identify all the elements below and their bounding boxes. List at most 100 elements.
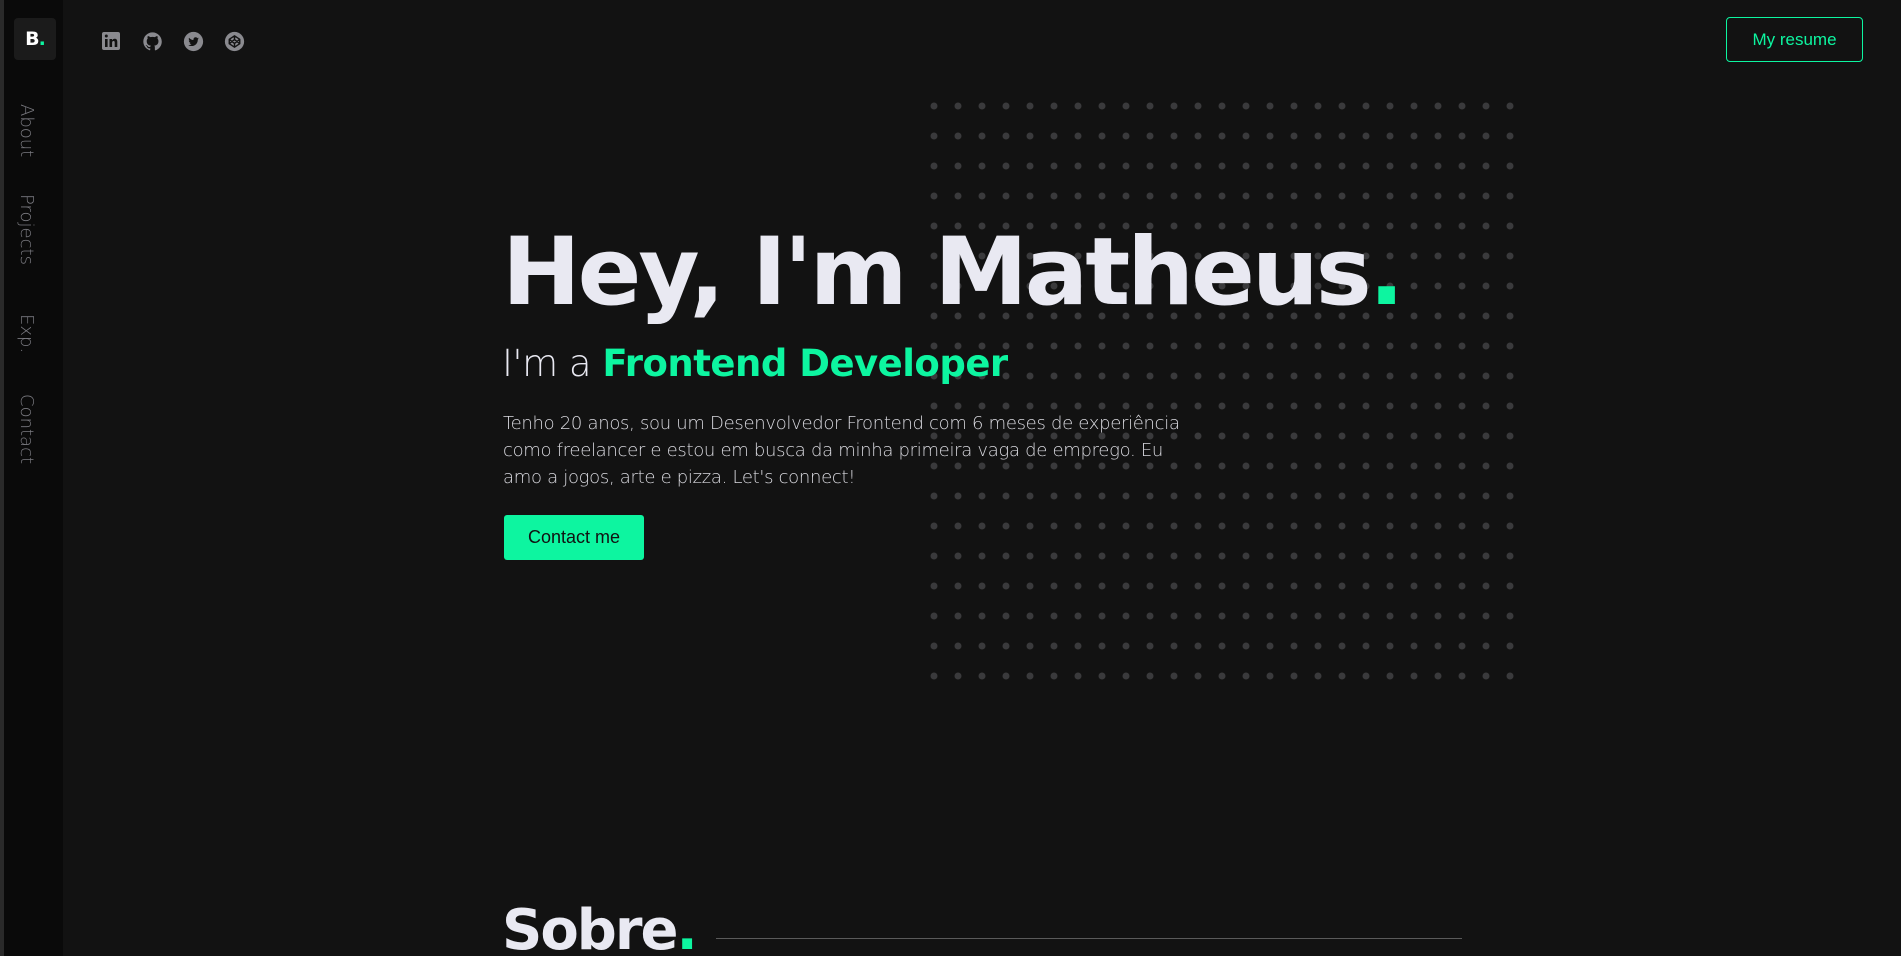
grid-dot [1482, 312, 1490, 320]
grid-dot [1074, 522, 1082, 530]
contact-button[interactable]: Contact me [504, 515, 644, 560]
grid-dot [1074, 132, 1082, 140]
grid-dot [1170, 132, 1178, 140]
grid-dot [1002, 102, 1010, 110]
grid-dot [1338, 402, 1346, 410]
grid-dot [1194, 522, 1202, 530]
resume-button[interactable]: My resume [1726, 17, 1863, 62]
twitter-icon[interactable] [182, 30, 204, 52]
grid-dot [1482, 282, 1490, 290]
grid-dot [1458, 312, 1466, 320]
grid-dot [1218, 432, 1226, 440]
grid-dot [1314, 432, 1322, 440]
grid-dot [1050, 372, 1058, 380]
grid-dot [1074, 342, 1082, 350]
grid-dot [1386, 402, 1394, 410]
grid-dot [1002, 132, 1010, 140]
grid-dot [1410, 432, 1418, 440]
page: B. About Projects Exp. Contact My resume… [0, 0, 1901, 956]
grid-dot [1026, 582, 1034, 590]
linkedin-icon[interactable] [100, 30, 122, 52]
grid-dot [1218, 372, 1226, 380]
grid-dot [1338, 162, 1346, 170]
grid-dot [930, 132, 938, 140]
hero-subtitle-role: Frontend Developer [602, 342, 1008, 385]
grid-dot [1434, 282, 1442, 290]
grid-dot [1146, 642, 1154, 650]
grid-dot [1098, 402, 1106, 410]
grid-dot [1314, 582, 1322, 590]
grid-dot [1506, 102, 1514, 110]
grid-dot [954, 552, 962, 560]
grid-dot [954, 612, 962, 620]
sidebar-link-exp[interactable]: Exp. [16, 314, 37, 353]
grid-dot [1410, 192, 1418, 200]
grid-dot [1338, 552, 1346, 560]
grid-dot [1434, 132, 1442, 140]
grid-dot [1338, 612, 1346, 620]
grid-dot [1026, 192, 1034, 200]
grid-dot [1458, 432, 1466, 440]
grid-dot [1122, 372, 1130, 380]
grid-dot [954, 522, 962, 530]
sidebar-link-about[interactable]: About [16, 104, 37, 157]
about-title-text: Sobre [502, 898, 678, 956]
codepen-icon[interactable] [223, 30, 245, 52]
grid-dot [1458, 582, 1466, 590]
grid-dot [1458, 402, 1466, 410]
grid-dot [1362, 552, 1370, 560]
grid-dot [1314, 552, 1322, 560]
grid-dot [1074, 582, 1082, 590]
logo[interactable]: B. [14, 18, 56, 60]
grid-dot [1194, 342, 1202, 350]
grid-dot [1458, 102, 1466, 110]
github-icon[interactable] [141, 30, 163, 52]
grid-dot [930, 552, 938, 560]
grid-dot [1146, 192, 1154, 200]
grid-dot [1242, 552, 1250, 560]
grid-dot [1050, 492, 1058, 500]
grid-dot [1290, 372, 1298, 380]
grid-dot [1026, 612, 1034, 620]
grid-dot [1098, 552, 1106, 560]
grid-dot [1218, 102, 1226, 110]
grid-dot [1242, 522, 1250, 530]
grid-dot [1266, 372, 1274, 380]
grid-dot [978, 192, 986, 200]
grid-dot [1242, 372, 1250, 380]
hero-title-text: Hey, I'm Matheus [502, 218, 1372, 327]
grid-dot [1362, 522, 1370, 530]
grid-dot [1290, 192, 1298, 200]
grid-dot [1122, 402, 1130, 410]
grid-dot [1410, 372, 1418, 380]
grid-dot [1338, 582, 1346, 590]
grid-dot [1314, 612, 1322, 620]
sidebar-link-contact[interactable]: Contact [16, 394, 37, 464]
grid-dot [1026, 342, 1034, 350]
grid-dot [978, 132, 986, 140]
grid-dot [1338, 192, 1346, 200]
grid-dot [1482, 612, 1490, 620]
grid-dot [1338, 492, 1346, 500]
grid-dot [1338, 102, 1346, 110]
grid-dot [1050, 522, 1058, 530]
grid-dot [1506, 372, 1514, 380]
dot-grid-decoration [930, 102, 1514, 680]
grid-dot [1002, 162, 1010, 170]
grid-dot [1146, 522, 1154, 530]
grid-dot [1194, 582, 1202, 590]
grid-dot [1026, 372, 1034, 380]
grid-dot [1386, 642, 1394, 650]
grid-dot [1482, 432, 1490, 440]
grid-dot [1434, 312, 1442, 320]
grid-dot [1410, 102, 1418, 110]
hero-description: Tenho 20 anos, sou um Desenvolvedor Fron… [503, 413, 1180, 488]
grid-dot [1098, 102, 1106, 110]
grid-dot [1482, 162, 1490, 170]
grid-dot [1506, 642, 1514, 650]
grid-dot [1362, 462, 1370, 470]
grid-dot [1002, 402, 1010, 410]
grid-dot [1146, 102, 1154, 110]
grid-dot [1242, 192, 1250, 200]
sidebar-link-projects[interactable]: Projects [16, 194, 37, 265]
